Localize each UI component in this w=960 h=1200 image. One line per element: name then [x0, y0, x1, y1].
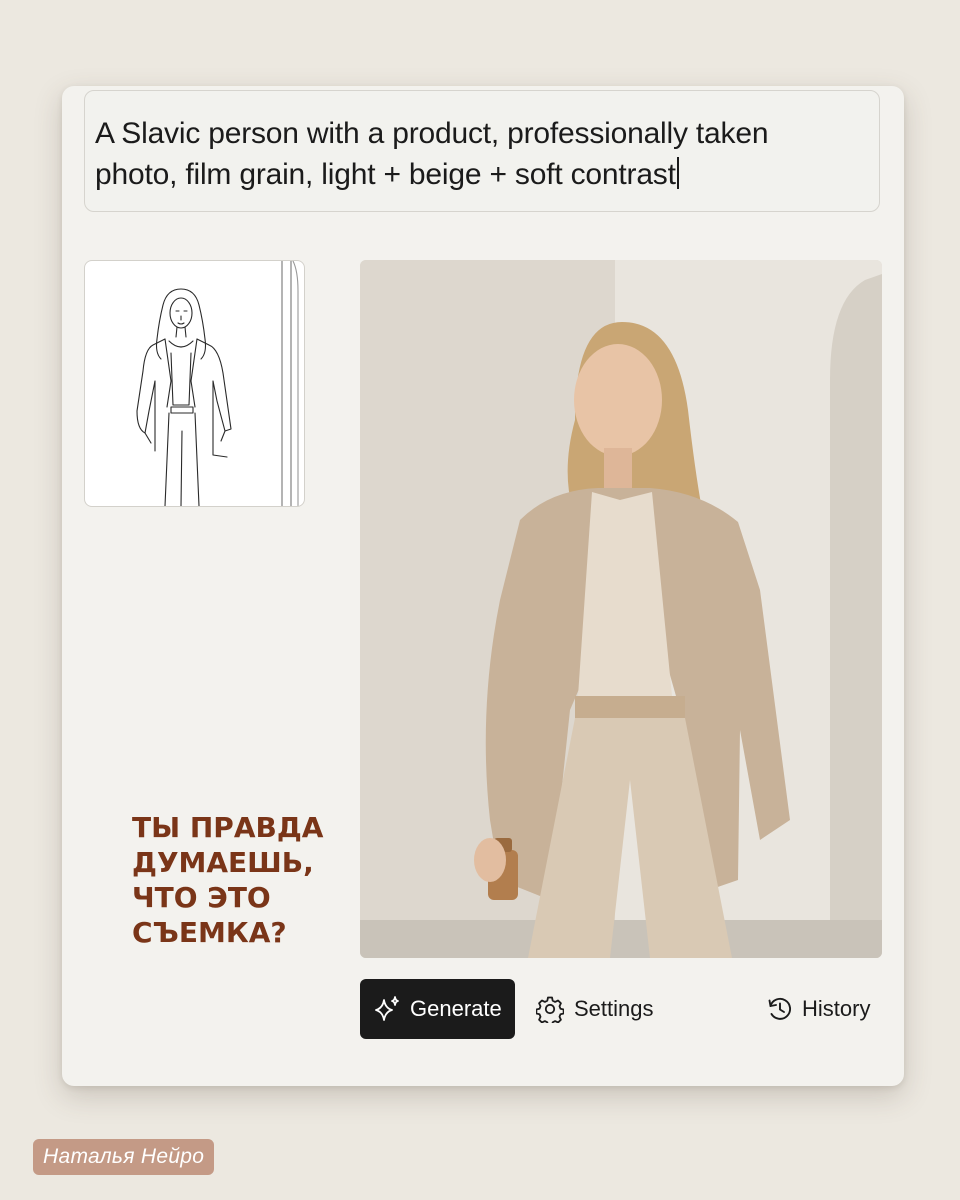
prompt-line-2: photo, film grain, light + beige + soft … — [95, 154, 867, 195]
gear-icon — [536, 995, 564, 1023]
headline-line-3: ЧТО ЭТО — [132, 881, 271, 914]
prompt-line-1: A Slavic person with a product, professi… — [95, 117, 769, 150]
sparkle-icon — [372, 994, 402, 1024]
generated-photo[interactable] — [360, 260, 882, 958]
headline-line-4: СЪЕМКА? — [132, 916, 287, 949]
prompt-input[interactable]: A Slavic person with a product, professi… — [84, 90, 880, 212]
headline-line-1: ТЫ ПРАВДА — [132, 811, 324, 844]
settings-button[interactable]: Settings — [536, 979, 654, 1039]
reference-sketch-image[interactable] — [84, 260, 305, 507]
author-badge: Наталья Нейро — [33, 1139, 215, 1175]
headline-line-2: ДУМАЕШЬ, — [132, 846, 314, 879]
history-button[interactable]: History — [766, 979, 870, 1039]
generator-panel: A Slavic person with a product, professi… — [62, 86, 904, 1086]
generate-button[interactable]: Generate — [360, 979, 515, 1039]
history-label: History — [802, 996, 871, 1021]
text-caret — [676, 157, 679, 189]
settings-label: Settings — [574, 996, 654, 1021]
prompt-line-2-text: photo, film grain, light + beige + soft … — [95, 158, 676, 191]
headline: ТЫ ПРАВДА ДУМАЕШЬ, ЧТО ЭТО СЪЕМКА? — [132, 810, 362, 950]
generate-label: Generate — [410, 996, 502, 1021]
history-clock-icon — [766, 995, 794, 1023]
